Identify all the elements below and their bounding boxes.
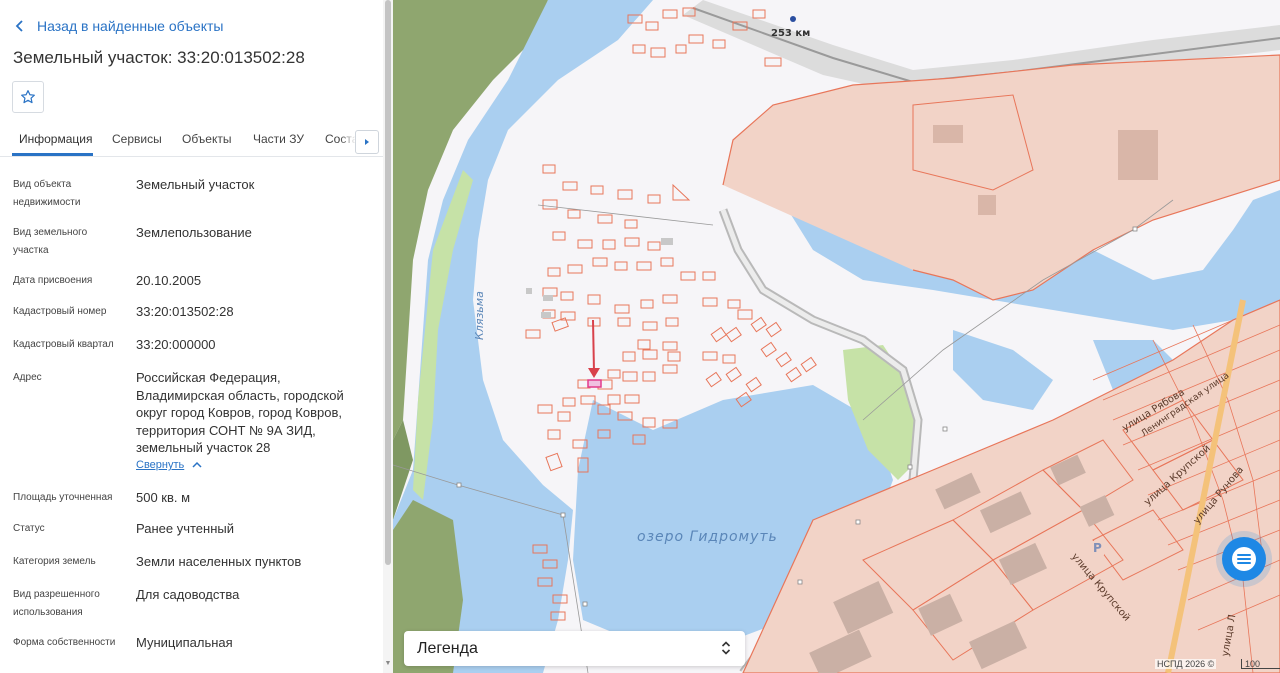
field-value: Земли населенных пунктов bbox=[136, 554, 302, 569]
caret-right-icon bbox=[365, 139, 369, 145]
field-label: Дата присвоения bbox=[13, 275, 93, 286]
collapse-link-label: Свернуть bbox=[136, 459, 185, 471]
active-tab-indicator bbox=[12, 153, 93, 156]
updown-chevron-icon bbox=[721, 641, 731, 655]
panel-scrollbar[interactable]: ▼ bbox=[383, 0, 393, 673]
page-title: Земельный участок: 33:20:013502:28 bbox=[13, 48, 305, 67]
scrollbar-thumb[interactable] bbox=[385, 0, 391, 565]
scroll-down-arrow[interactable]: ▼ bbox=[384, 660, 392, 668]
chat-icon bbox=[1232, 547, 1256, 571]
field-label: Вид разрешенного использования bbox=[13, 589, 100, 618]
field-value: 20.10.2005 bbox=[136, 273, 202, 288]
tabs-scroll-right-button[interactable] bbox=[355, 130, 379, 154]
field-value: 500 кв. м bbox=[136, 490, 191, 505]
field-label: Статус bbox=[13, 523, 45, 534]
field-value: Ранее учтенный bbox=[136, 521, 234, 536]
field-label: Категория земель bbox=[13, 556, 96, 567]
map-view[interactable]: Клязьма озеро Гидромуть 253 км улица Ряб… bbox=[393, 0, 1280, 673]
field-value: Землепользование bbox=[136, 225, 252, 240]
lake-label: озеро Гидромуть bbox=[637, 529, 778, 545]
legend-button[interactable]: Легенда bbox=[404, 631, 745, 666]
parking-label: P bbox=[1093, 541, 1102, 555]
field-value: Муниципальная bbox=[136, 635, 233, 650]
chat-button[interactable] bbox=[1222, 537, 1266, 581]
copyright-text: НСПД 2026 © bbox=[1155, 659, 1217, 669]
chevron-left-icon bbox=[15, 20, 23, 32]
tab-information[interactable]: Информация bbox=[19, 132, 92, 146]
back-link[interactable]: Назад в найденные объекты bbox=[13, 16, 223, 36]
field-label: Площадь уточненная bbox=[13, 492, 113, 503]
tab-bar: Информация Сервисы Объекты Части ЗУ Сост… bbox=[0, 124, 383, 157]
field-label: Адрес bbox=[13, 372, 42, 383]
legend-label: Легенда bbox=[417, 639, 478, 657]
favorite-button[interactable] bbox=[12, 81, 44, 113]
field-label: Кадастровый квартал bbox=[13, 339, 114, 350]
field-value: Земельный участок bbox=[136, 177, 255, 192]
field-label: Кадастровый номер bbox=[13, 306, 107, 317]
selected-parcel[interactable] bbox=[587, 379, 602, 388]
km-label: 253 км bbox=[771, 28, 811, 39]
field-label: Форма собственности bbox=[13, 637, 116, 648]
back-link-label: Назад в найденные объекты bbox=[37, 18, 224, 34]
chevron-up-icon bbox=[192, 461, 202, 468]
field-value: Российская Федерация, Владимирская облас… bbox=[136, 370, 344, 455]
info-panel: Назад в найденные объекты Земельный учас… bbox=[0, 0, 393, 673]
collapse-link[interactable]: Свернуть bbox=[136, 459, 202, 471]
field-value: Для садоводства bbox=[136, 587, 240, 602]
scale-bar: 100 bbox=[1241, 659, 1280, 669]
target-arrow bbox=[592, 319, 595, 373]
tab-parts[interactable]: Части ЗУ bbox=[253, 132, 304, 146]
field-label: Вид земельного участка bbox=[13, 227, 88, 256]
river-label: Клязьма bbox=[473, 291, 486, 340]
tab-objects[interactable]: Объекты bbox=[182, 132, 232, 146]
star-icon bbox=[21, 90, 35, 104]
map-canvas[interactable] bbox=[393, 0, 1280, 673]
tab-services[interactable]: Сервисы bbox=[112, 132, 162, 146]
field-label: Вид объекта недвижимости bbox=[13, 179, 81, 208]
field-value: 33:20:013502:28 bbox=[136, 304, 234, 319]
field-value: 33:20:000000 bbox=[136, 337, 216, 352]
tab-fade bbox=[340, 126, 356, 154]
